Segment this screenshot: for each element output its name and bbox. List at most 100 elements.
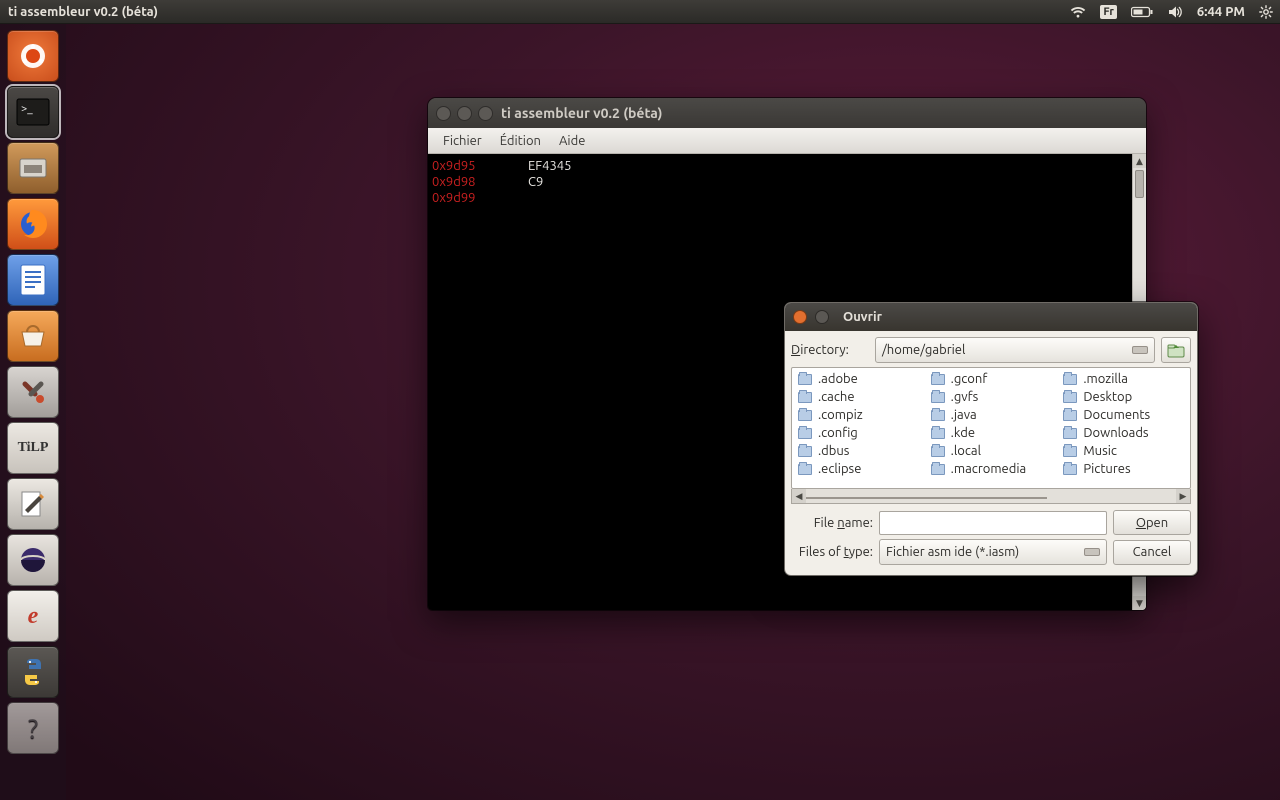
cancel-button[interactable]: Cancel [1113, 540, 1191, 565]
folder-item[interactable]: .gvfs [927, 388, 1056, 406]
folder-item[interactable]: .kde [927, 424, 1056, 442]
folder-icon [931, 464, 945, 475]
filename-label: File name: [791, 516, 873, 530]
folder-label: .eclipse [818, 462, 861, 476]
scroll-thumb[interactable] [1135, 170, 1144, 198]
app-menubar: Fichier Édition Aide [428, 128, 1146, 154]
folder-item[interactable]: .mozilla [1059, 370, 1188, 388]
open-dialog: Ouvrir Directory: /home/gabriel .adobe.c… [784, 302, 1198, 576]
launcher-evince[interactable]: e [7, 590, 59, 642]
scroll-right-arrow-icon[interactable]: ▶ [1176, 489, 1190, 503]
folder-label: .compiz [818, 408, 863, 422]
folder-icon [798, 392, 812, 403]
scroll-down-arrow-icon[interactable]: ▼ [1133, 596, 1146, 610]
folder-item[interactable]: .java [927, 406, 1056, 424]
folder-label: Music [1083, 444, 1117, 458]
svg-text:>_: >_ [21, 103, 33, 115]
folder-icon [1063, 428, 1077, 439]
menu-file[interactable]: Fichier [434, 131, 491, 151]
clock[interactable]: 6:44 PM [1190, 5, 1252, 19]
scroll-left-arrow-icon[interactable]: ◀ [792, 489, 806, 503]
folder-icon [931, 410, 945, 421]
folder-label: .adobe [818, 372, 858, 386]
folder-item[interactable]: .cache [794, 388, 923, 406]
launcher-tilp[interactable]: TiLP [7, 422, 59, 474]
top-panel: ti assembleur v0.2 (béta) Fr 6:44 PM [0, 0, 1280, 24]
launcher-terminal[interactable]: >_ [7, 86, 59, 138]
launcher-help[interactable]: ? [7, 702, 59, 754]
window-close-icon[interactable] [436, 106, 451, 121]
folder-item[interactable]: Documents [1059, 406, 1188, 424]
directory-value: /home/gabriel [882, 343, 965, 357]
launcher-text-editor[interactable] [7, 478, 59, 530]
folder-item[interactable]: Music [1059, 442, 1188, 460]
folder-item[interactable]: Desktop [1059, 388, 1188, 406]
folder-item[interactable]: .macromedia [927, 460, 1056, 478]
filename-input[interactable] [879, 511, 1107, 535]
launcher-firefox[interactable] [7, 198, 59, 250]
launcher-writer[interactable] [7, 254, 59, 306]
sound-icon[interactable] [1160, 5, 1190, 19]
folder-icon [931, 392, 945, 403]
hscroll-thumb[interactable] [806, 497, 1047, 499]
window-maximize-icon[interactable] [478, 106, 493, 121]
folder-item[interactable]: Downloads [1059, 424, 1188, 442]
network-wifi-icon[interactable] [1063, 5, 1093, 19]
active-window-title: ti assembleur v0.2 (béta) [0, 5, 158, 19]
folder-label: Pictures [1083, 462, 1130, 476]
keyboard-layout-indicator[interactable]: Fr [1093, 5, 1124, 19]
app-titlebar[interactable]: ti assembleur v0.2 (béta) [428, 98, 1146, 128]
menu-edit[interactable]: Édition [491, 131, 550, 151]
folder-icon [1063, 392, 1077, 403]
folder-item[interactable]: .adobe [794, 370, 923, 388]
folder-item[interactable]: .local [927, 442, 1056, 460]
dialog-titlebar[interactable]: Ouvrir [785, 303, 1197, 331]
directory-combo[interactable]: /home/gabriel [875, 337, 1155, 363]
launcher-eclipse[interactable] [7, 534, 59, 586]
folder-item[interactable]: .compiz [794, 406, 923, 424]
folder-icon [1063, 446, 1077, 457]
launcher-software-center[interactable] [7, 310, 59, 362]
window-minimize-icon[interactable] [457, 106, 472, 121]
launcher-settings[interactable] [7, 366, 59, 418]
battery-icon[interactable] [1124, 6, 1160, 18]
folder-icon [798, 464, 812, 475]
dialog-title: Ouvrir [843, 310, 882, 324]
file-list[interactable]: .adobe.cache.compiz.config.dbus.eclipse … [791, 367, 1191, 489]
file-list-horizontal-scrollbar[interactable]: ◀ ▶ [791, 489, 1191, 504]
folder-icon [798, 410, 812, 421]
dialog-minimize-icon[interactable] [815, 310, 829, 324]
folder-label: .gvfs [951, 390, 979, 404]
session-gear-icon[interactable] [1252, 5, 1280, 19]
folder-item[interactable]: .config [794, 424, 923, 442]
combo-handle-icon[interactable] [1132, 346, 1148, 354]
launcher-files[interactable] [7, 142, 59, 194]
folder-item[interactable]: .eclipse [794, 460, 923, 478]
menu-help[interactable]: Aide [550, 131, 594, 151]
app-title: ti assembleur v0.2 (béta) [501, 105, 662, 121]
folder-label: Documents [1083, 408, 1150, 422]
folder-label: .mozilla [1083, 372, 1128, 386]
open-button[interactable]: Open [1113, 510, 1191, 535]
dialog-close-icon[interactable] [793, 310, 807, 324]
folder-label: .java [951, 408, 977, 422]
folder-label: .config [818, 426, 858, 440]
launcher-dash[interactable] [7, 30, 59, 82]
launcher-python[interactable] [7, 646, 59, 698]
combo-handle-icon[interactable] [1084, 548, 1100, 556]
folder-icon [798, 374, 812, 385]
folder-icon [931, 428, 945, 439]
scroll-up-arrow-icon[interactable]: ▲ [1133, 154, 1146, 168]
go-up-button[interactable] [1161, 337, 1191, 363]
folder-icon [1063, 374, 1077, 385]
folder-label: .kde [951, 426, 975, 440]
folder-item[interactable]: .gconf [927, 370, 1056, 388]
folder-icon [931, 374, 945, 385]
filetype-combo[interactable]: Fichier asm ide (*.iasm) [879, 539, 1107, 565]
filetype-label: Files of type: [791, 545, 873, 559]
folder-icon [798, 446, 812, 457]
address-gutter: 0x9d95 0x9d98 0x9d99 [432, 158, 476, 206]
folder-icon [931, 446, 945, 457]
folder-item[interactable]: Pictures [1059, 460, 1188, 478]
folder-item[interactable]: .dbus [794, 442, 923, 460]
